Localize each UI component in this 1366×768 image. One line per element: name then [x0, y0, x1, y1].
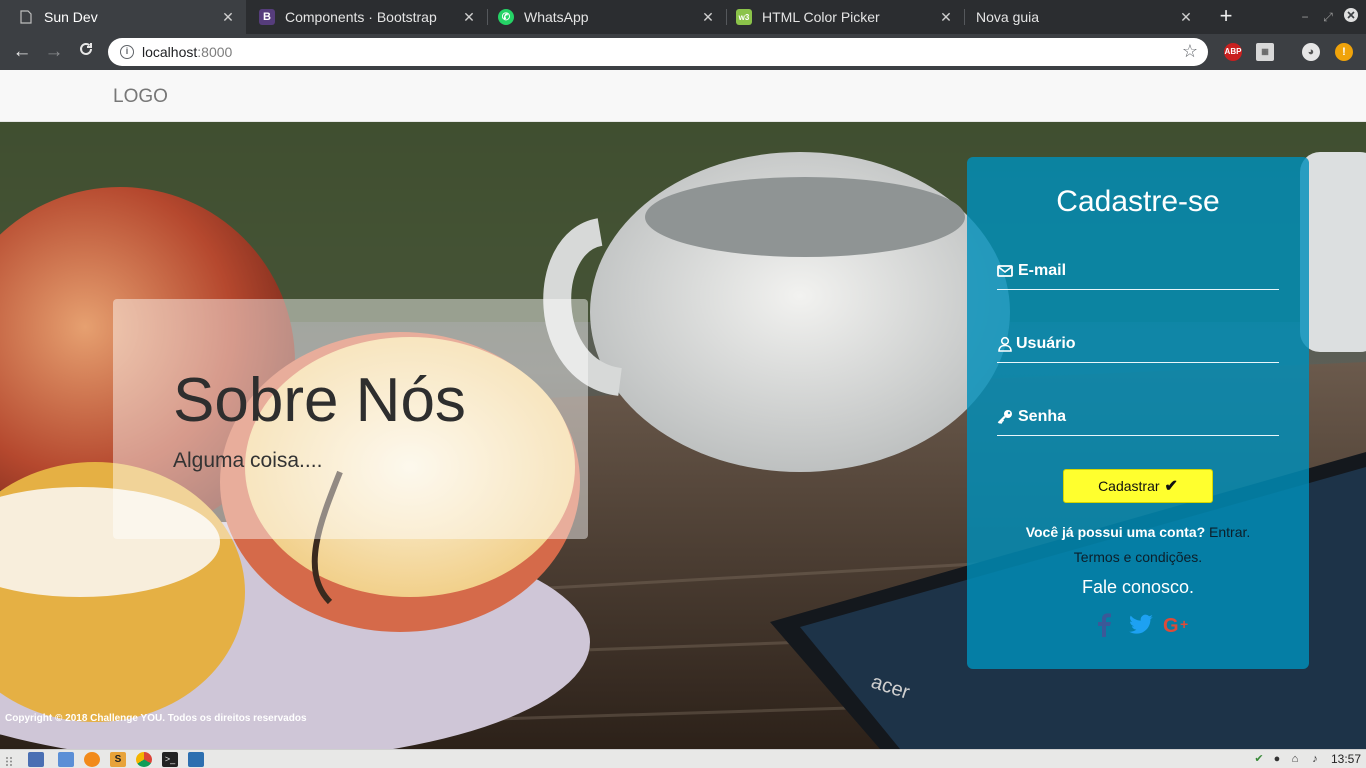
minimize-icon[interactable]: −	[1296, 8, 1314, 26]
new-tab-button[interactable]: +	[1214, 4, 1238, 28]
google-plus-icon[interactable]: G +	[1163, 612, 1195, 638]
username-field[interactable]: Usuário	[997, 323, 1279, 363]
signup-title: Cadastre-se	[1056, 185, 1220, 218]
have-account-text: Você já possui uma conta? Entrar.	[967, 524, 1309, 540]
firefox-icon[interactable]	[84, 752, 100, 767]
close-icon[interactable]: ✕	[1178, 9, 1194, 25]
copyright-text: Copyright © 2018 Challenge YOU. Todos os…	[5, 713, 307, 724]
svg-text:G: G	[1163, 615, 1179, 637]
adblock-icon[interactable]: ABP	[1224, 43, 1242, 61]
check-icon: ✔	[1164, 478, 1178, 495]
clock: 13:57	[1330, 752, 1361, 766]
have-account-question: Você já possui uma conta?	[1025, 524, 1206, 540]
close-icon[interactable]: ✕	[938, 9, 954, 25]
tab-nova-guia[interactable]: Nova guia ✕	[958, 0, 1204, 34]
cadastrar-button-label: Cadastrar	[1098, 478, 1160, 494]
hero-section: acer Sobre Nós Alguma coisa.... Copyrigh…	[0, 122, 1366, 749]
signup-panel: Cadastre-se E-mail Usuário Senha Cadastr…	[967, 157, 1309, 669]
url-port: :8000	[197, 44, 233, 60]
twitter-icon[interactable]	[1127, 612, 1155, 638]
url-host: localhost	[142, 44, 198, 60]
bootstrap-icon: B	[259, 9, 275, 25]
about-card: Sobre Nós Alguma coisa....	[113, 299, 588, 539]
about-subtitle: Alguma coisa....	[173, 449, 323, 472]
tab-title: Sun Dev	[44, 9, 98, 25]
os-taskbar: S >_ ✔ ● ⌂ ♪ 13:57	[0, 749, 1366, 768]
close-icon[interactable]: ✕	[220, 9, 236, 25]
whatsapp-icon: ✆	[498, 9, 514, 25]
extension-icon[interactable]: ▦	[1256, 43, 1274, 61]
profile-avatar[interactable]: ◕	[1302, 43, 1320, 61]
terms-link[interactable]: Termos e condições.	[967, 549, 1309, 565]
address-bar[interactable]: i localhost:8000 ☆	[108, 38, 1208, 66]
bookmark-star-icon[interactable]: ☆	[1182, 41, 1198, 62]
tab-components-bootstrap[interactable]: B Components · Bootstrap ✕	[241, 0, 487, 34]
close-icon[interactable]: ✕	[700, 9, 716, 25]
cadastrar-button[interactable]: Cadastrar ✔	[1063, 469, 1213, 503]
tab-title: Components · Bootstrap	[285, 9, 437, 25]
show-desktop-icon[interactable]	[28, 752, 44, 767]
facebook-icon[interactable]	[1095, 612, 1113, 638]
reload-icon[interactable]	[74, 40, 98, 64]
mysql-workbench-icon[interactable]	[188, 752, 204, 767]
file-manager-icon[interactable]	[58, 752, 74, 767]
tab-html-color-picker[interactable]: w3 HTML Color Picker ✕	[718, 0, 964, 34]
email-field[interactable]: E-mail	[997, 250, 1279, 290]
update-alert-icon[interactable]: !	[1335, 43, 1353, 61]
email-field-label: E-mail	[1018, 262, 1067, 279]
network-icon[interactable]: ⌂	[1288, 752, 1302, 766]
shield-icon[interactable]: ✔	[1252, 752, 1266, 766]
close-window-icon[interactable]	[1342, 8, 1360, 26]
sublime-text-icon[interactable]: S	[110, 752, 126, 767]
user-icon[interactable]: ●	[1270, 752, 1284, 766]
volume-icon[interactable]: ♪	[1308, 752, 1322, 766]
tab-title: WhatsApp	[524, 9, 589, 25]
username-field-label: Usuário	[1016, 335, 1076, 352]
site-navbar: LOGO	[0, 70, 1366, 122]
contact-text: Fale conosco.	[1081, 577, 1195, 597]
info-icon[interactable]: i	[120, 45, 134, 59]
login-link[interactable]: Entrar.	[1209, 524, 1250, 540]
tab-title: HTML Color Picker	[762, 9, 880, 25]
password-field-label: Senha	[1018, 408, 1067, 425]
restore-icon[interactable]: ⤢	[1319, 8, 1337, 26]
site-logo[interactable]: LOGO	[113, 86, 168, 108]
tab-sun-dev[interactable]: Sun Dev ✕	[0, 0, 246, 34]
svg-text:+: +	[1180, 616, 1188, 632]
page-icon	[18, 9, 34, 25]
about-title: Sobre Nós	[173, 366, 466, 435]
web-page: LOGO acer Sobre Nós Alguma coisa.... Cop…	[0, 70, 1366, 749]
tab-title: Nova guia	[976, 9, 1040, 25]
envelope-icon	[997, 263, 1013, 279]
chrome-icon[interactable]	[136, 752, 152, 767]
terminal-icon[interactable]: >_	[162, 752, 178, 767]
back-icon[interactable]: ←	[10, 40, 34, 64]
close-icon[interactable]: ✕	[461, 9, 477, 25]
user-icon	[997, 336, 1013, 352]
taskbar-grip-icon	[5, 754, 13, 766]
tab-whatsapp[interactable]: ✆ WhatsApp ✕	[480, 0, 726, 34]
browser-tab-strip: Sun Dev ✕ B Components · Bootstrap ✕ ✆ W…	[0, 0, 1366, 34]
color-picker-icon: w3	[736, 9, 752, 25]
password-field[interactable]: Senha	[997, 396, 1279, 436]
key-icon	[997, 409, 1013, 425]
browser-toolbar: ← → i localhost:8000 ☆ ABP ▦ ◕ !	[0, 34, 1366, 70]
forward-icon[interactable]: →	[42, 40, 66, 64]
